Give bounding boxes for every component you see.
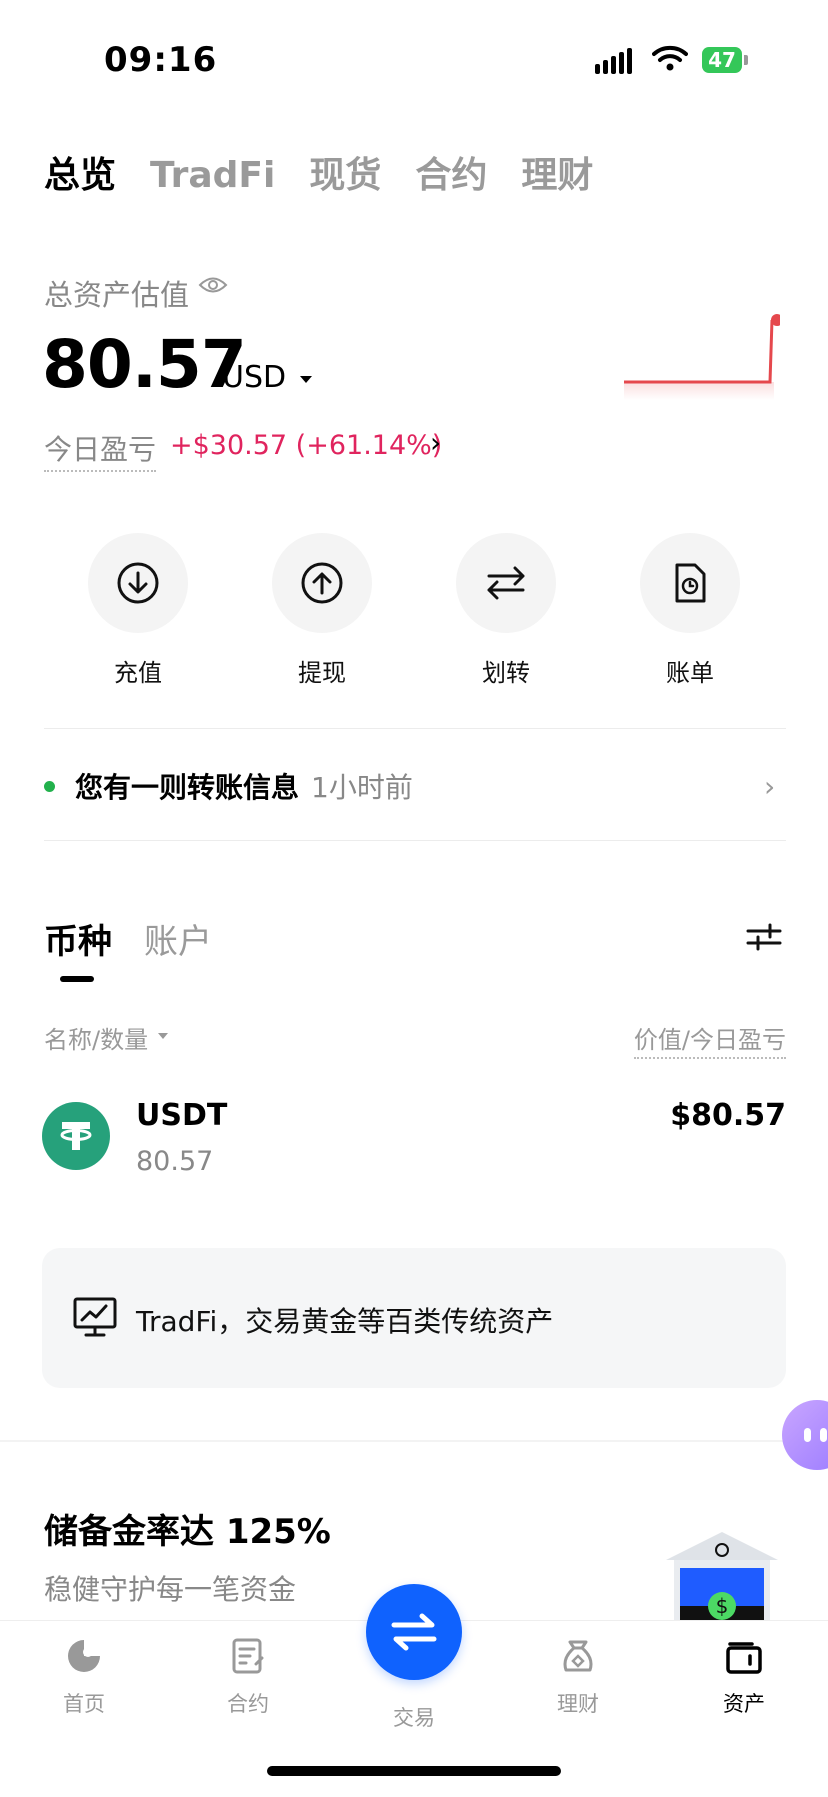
deposit-button[interactable]: 充值 [88,533,188,688]
reserve-subtitle: 稳健守护每一笔资金 [44,1573,297,1606]
reserve-title: 储备金率达 125% [44,1512,331,1552]
transfer-icon [456,533,556,633]
tab-tradfi[interactable]: TradFi [150,155,275,196]
tab-currency[interactable]: 币种 [44,914,112,963]
notice-time: 1小时前 [311,771,413,804]
tab-earn[interactable]: 理财 [521,146,593,198]
nav-contract[interactable]: 合约 [188,1636,308,1718]
pnl-label[interactable]: 今日盈亏 [44,428,157,472]
pnl-value[interactable]: +$30.57 (+61.14%) [170,430,442,461]
nav-trade-label: 交易 [393,1706,435,1730]
total-assets-label: 总资产估值 [44,278,190,312]
nav-home-label: 首页 [63,1692,105,1716]
total-assets-amount: 80.57 [42,326,247,403]
nav-earn-label: 理财 [557,1692,599,1716]
chevron-down-icon[interactable] [300,376,312,383]
coin-quantity: 80.57 [136,1146,214,1177]
bill-label: 账单 [666,659,714,687]
section-divider [0,1440,828,1442]
coin-name[interactable]: USDT [136,1098,227,1133]
chevron-right-icon[interactable]: › [764,770,775,803]
withdraw-icon [272,533,372,633]
currency-selector[interactable]: USD [222,360,286,395]
assistant-bubble-icon[interactable] [782,1400,828,1470]
bank-vault-icon: $ [666,1532,778,1620]
contract-icon [188,1636,308,1680]
bill-button[interactable]: 账单 [640,533,740,688]
coin-value: $80.57 [670,1098,786,1133]
divider [44,728,786,729]
nav-contract-label: 合约 [227,1692,269,1716]
home-indicator [267,1766,561,1776]
eye-icon[interactable] [198,274,228,300]
chevron-right-icon[interactable]: › [430,426,441,459]
filter-icon[interactable] [746,922,782,956]
cellular-signal-icon [595,48,635,74]
usdt-icon [42,1102,110,1170]
nav-assets[interactable]: 资产 [684,1636,804,1718]
deposit-icon [88,533,188,633]
column-value-pnl[interactable]: 价值/今日盈亏 [633,1020,786,1059]
transfer-button[interactable]: 划转 [456,533,556,688]
nav-trade[interactable]: 交易 [354,1694,474,1732]
column-name-quantity[interactable]: 名称/数量 [44,1020,148,1055]
status-time: 09:16 [104,40,218,80]
battery-icon: 47 [702,47,742,73]
tab-account[interactable]: 账户 [144,914,212,963]
status-dot [44,780,55,792]
divider [44,840,786,841]
transfer-notice[interactable]: 您有一则转账信息 1小时前 [44,766,786,806]
tradfi-promo-text: TradFi，交易黄金等百类传统资产 [136,1305,554,1338]
home-icon [24,1636,144,1680]
sort-caret-icon[interactable] [158,1033,168,1039]
nav-earn[interactable]: 理财 [518,1636,638,1718]
wifi-icon [652,44,688,76]
active-tab-indicator [60,976,94,982]
pnl-sparkline [624,314,780,400]
withdraw-button[interactable]: 提现 [272,533,372,688]
battery-tip [744,55,748,65]
tab-overview[interactable]: 总览 [44,146,116,198]
bill-icon [640,533,740,633]
transfer-label: 划转 [482,659,530,687]
chart-monitor-icon [72,1296,118,1342]
trade-icon [391,1613,437,1651]
tab-contract[interactable]: 合约 [415,146,487,198]
withdraw-label: 提现 [298,659,346,687]
earn-icon [518,1636,638,1680]
trade-button[interactable] [366,1584,462,1680]
svg-text:$: $ [716,1594,729,1618]
nav-assets-label: 资产 [723,1692,765,1716]
nav-home[interactable]: 首页 [24,1636,144,1718]
top-tabs: 总览 TradFi 现货 合约 理财 [44,146,593,198]
deposit-label: 充值 [114,659,162,687]
wallet-icon [684,1636,804,1680]
notice-text: 您有一则转账信息 [75,771,300,804]
tab-spot[interactable]: 现货 [309,146,381,198]
